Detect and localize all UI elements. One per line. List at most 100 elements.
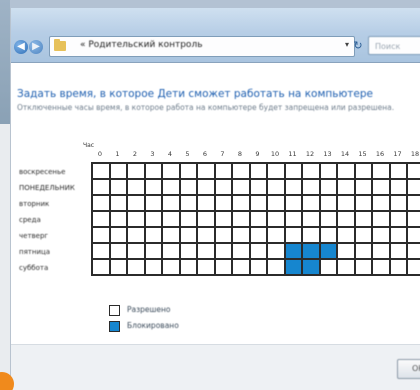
hour-cell[interactable]	[355, 260, 373, 276]
hour-cell[interactable]	[408, 244, 420, 260]
hour-cell[interactable]	[355, 244, 373, 260]
hour-cell[interactable]	[180, 228, 198, 244]
hour-cell[interactable]	[320, 260, 338, 276]
hour-cell[interactable]	[128, 196, 146, 212]
hour-cell[interactable]	[303, 164, 321, 180]
hour-cell[interactable]	[180, 212, 198, 228]
hour-cell[interactable]	[390, 260, 408, 276]
hour-cell[interactable]	[110, 180, 128, 196]
hour-cell[interactable]	[233, 164, 251, 180]
hour-cell[interactable]	[233, 212, 251, 228]
hour-cell[interactable]	[320, 180, 338, 196]
ok-button[interactable]: ОК	[397, 359, 420, 379]
hour-cell[interactable]	[320, 228, 338, 244]
hour-cell[interactable]	[163, 212, 181, 228]
hour-cell[interactable]	[338, 164, 356, 180]
hour-cell[interactable]	[338, 196, 356, 212]
hour-cell[interactable]	[320, 196, 338, 212]
hour-cell[interactable]	[163, 228, 181, 244]
hour-cell[interactable]	[320, 212, 338, 228]
hour-cell[interactable]	[145, 244, 163, 260]
hour-cell[interactable]	[338, 260, 356, 276]
hour-cell[interactable]	[373, 164, 391, 180]
hour-cell[interactable]	[233, 244, 251, 260]
hour-cell[interactable]	[390, 180, 408, 196]
hour-cell[interactable]	[128, 164, 146, 180]
hour-cell[interactable]	[408, 164, 420, 180]
hour-cell[interactable]	[285, 164, 303, 180]
search-input[interactable]: Поиск	[368, 36, 420, 55]
hour-cell[interactable]	[93, 244, 111, 260]
hour-cell[interactable]	[233, 228, 251, 244]
hour-cell[interactable]	[128, 212, 146, 228]
hour-cell[interactable]	[215, 244, 233, 260]
hour-cell[interactable]	[215, 196, 233, 212]
hour-cell[interactable]	[145, 164, 163, 180]
hour-cell[interactable]	[163, 164, 181, 180]
hour-cell[interactable]	[128, 228, 146, 244]
hour-cell[interactable]	[268, 260, 286, 276]
hour-cell[interactable]	[233, 260, 251, 276]
hour-cell[interactable]	[163, 196, 181, 212]
hour-cell[interactable]	[93, 196, 111, 212]
hour-cell[interactable]	[408, 180, 420, 196]
hour-cell[interactable]	[355, 164, 373, 180]
hour-cell[interactable]	[373, 180, 391, 196]
hour-cell[interactable]	[93, 164, 111, 180]
back-button[interactable]: ◀	[14, 40, 28, 54]
hour-cell[interactable]	[180, 244, 198, 260]
hour-cell[interactable]	[180, 196, 198, 212]
hour-cell[interactable]	[390, 164, 408, 180]
hour-cell[interactable]	[373, 212, 391, 228]
hour-cell[interactable]	[180, 180, 198, 196]
hour-cell[interactable]	[250, 228, 268, 244]
hour-cell[interactable]	[128, 260, 146, 276]
hour-cell[interactable]	[355, 196, 373, 212]
hour-cell[interactable]	[390, 196, 408, 212]
hour-cell[interactable]	[180, 260, 198, 276]
hour-cell[interactable]	[110, 228, 128, 244]
hour-cell[interactable]	[338, 212, 356, 228]
hour-cell[interactable]	[268, 164, 286, 180]
hour-cell[interactable]	[93, 212, 111, 228]
hour-cell[interactable]	[110, 196, 128, 212]
hour-cell[interactable]	[338, 228, 356, 244]
hour-cell[interactable]	[285, 260, 303, 276]
hour-cell[interactable]	[303, 228, 321, 244]
hour-cell[interactable]	[320, 244, 338, 260]
hour-cell[interactable]	[215, 260, 233, 276]
hour-cell[interactable]	[285, 228, 303, 244]
hour-cell[interactable]	[163, 180, 181, 196]
hour-cell[interactable]	[145, 228, 163, 244]
hour-cell[interactable]	[285, 180, 303, 196]
hour-cell[interactable]	[215, 228, 233, 244]
hour-cell[interactable]	[110, 164, 128, 180]
hour-cell[interactable]	[145, 260, 163, 276]
hour-cell[interactable]	[198, 260, 216, 276]
hour-cell[interactable]	[198, 228, 216, 244]
hour-cell[interactable]	[180, 164, 198, 180]
hour-cell[interactable]	[93, 228, 111, 244]
hour-cell[interactable]	[303, 196, 321, 212]
hour-cell[interactable]	[408, 212, 420, 228]
hour-cell[interactable]	[268, 228, 286, 244]
hour-cell[interactable]	[250, 164, 268, 180]
hour-cell[interactable]	[303, 212, 321, 228]
hour-cell[interactable]	[93, 180, 111, 196]
hour-cell[interactable]	[128, 244, 146, 260]
hour-cell[interactable]	[233, 196, 251, 212]
hour-cell[interactable]	[373, 196, 391, 212]
hour-cell[interactable]	[250, 260, 268, 276]
forward-button[interactable]: ▶	[29, 40, 43, 54]
hour-cell[interactable]	[250, 180, 268, 196]
hour-cell[interactable]	[303, 260, 321, 276]
hour-cell[interactable]	[110, 212, 128, 228]
hour-cell[interactable]	[355, 228, 373, 244]
hour-cell[interactable]	[268, 180, 286, 196]
hour-cell[interactable]	[303, 180, 321, 196]
refresh-button[interactable]: ↻	[349, 37, 367, 54]
hour-cell[interactable]	[93, 260, 111, 276]
hour-cell[interactable]	[163, 260, 181, 276]
hour-cell[interactable]	[285, 212, 303, 228]
hour-cell[interactable]	[198, 164, 216, 180]
